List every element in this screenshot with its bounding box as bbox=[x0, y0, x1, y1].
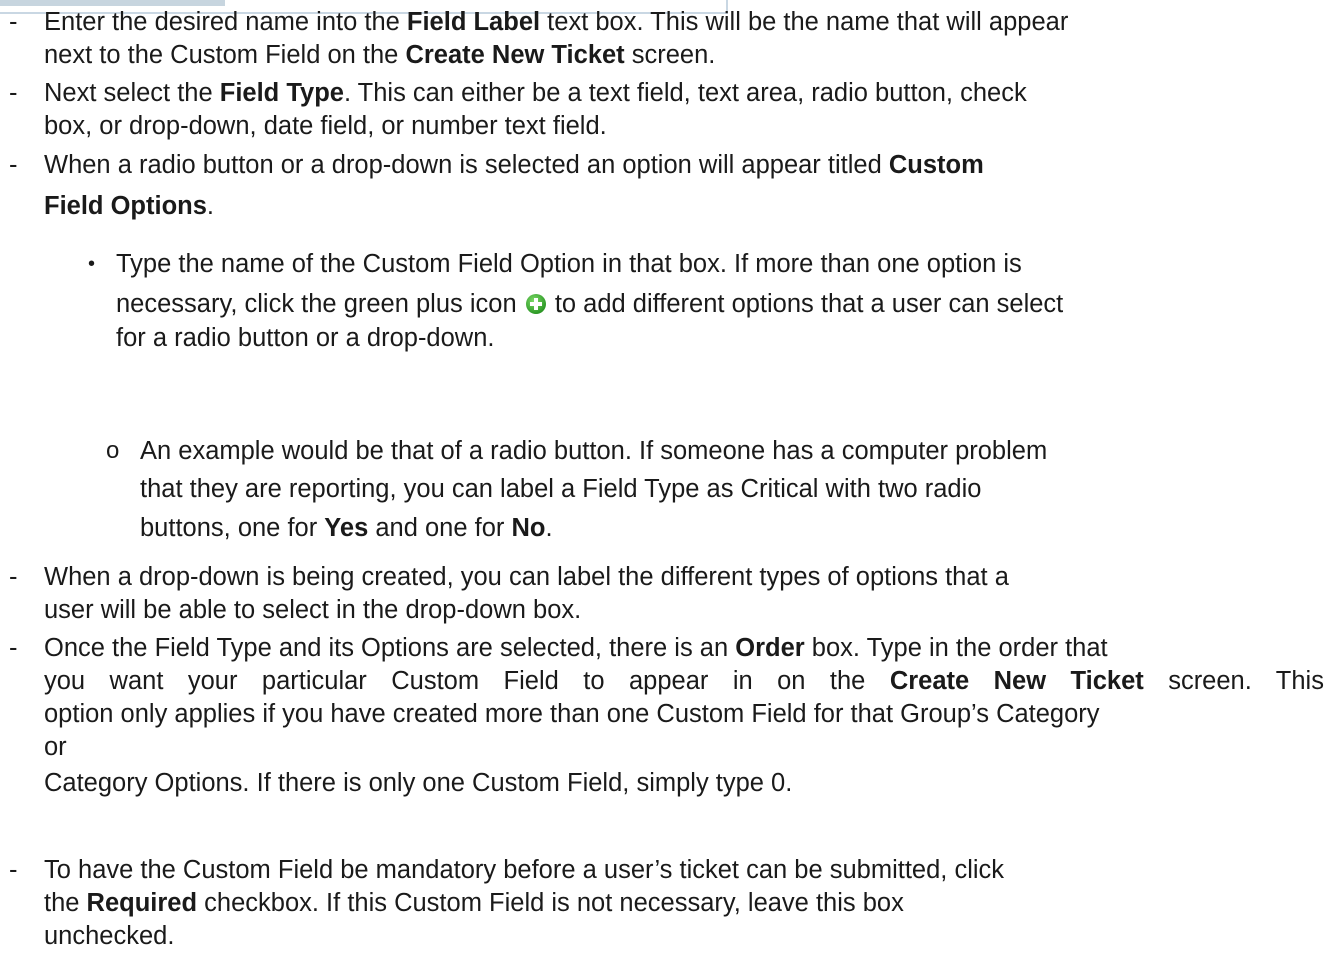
create-new-ticket-term: Create New Ticket bbox=[889, 667, 1144, 695]
order-term: Order bbox=[735, 634, 805, 662]
no-term: No bbox=[511, 514, 546, 542]
dash-marker: - bbox=[9, 151, 18, 179]
dash-marker: - bbox=[9, 79, 18, 107]
yes-term: Yes bbox=[324, 514, 369, 542]
sub-bullet-marker: o bbox=[106, 437, 120, 464]
custom-term: Custom bbox=[888, 151, 984, 179]
bullet-marker: • bbox=[88, 253, 96, 275]
dash-marker: - bbox=[9, 856, 18, 884]
field-label-term: Field Label bbox=[406, 8, 541, 36]
create-new-ticket-term: Create New Ticket bbox=[405, 41, 625, 69]
dash-marker: - bbox=[9, 563, 18, 591]
field-options-term: Field Options bbox=[44, 192, 207, 220]
green-plus-icon bbox=[525, 294, 546, 314]
dash-marker: - bbox=[9, 634, 18, 662]
required-term: Required bbox=[86, 889, 198, 917]
dash-marker: - bbox=[9, 8, 18, 36]
field-type-term: Field Type bbox=[219, 79, 344, 107]
